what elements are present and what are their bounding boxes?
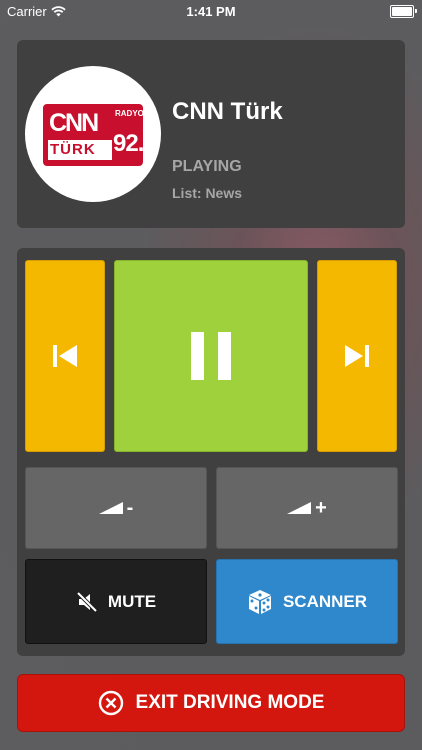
exit-label: EXIT DRIVING MODE <box>135 692 325 713</box>
previous-button[interactable] <box>25 260 105 452</box>
logo-brand: CNN <box>49 109 99 137</box>
speaker-muted-icon <box>76 591 98 612</box>
status-time: 1:41 PM <box>186 4 236 19</box>
dice-icon <box>248 589 271 614</box>
volume-up-label: + <box>315 496 327 519</box>
logo-sub: TÜRK <box>50 141 96 158</box>
scanner-label: SCANNER <box>282 591 368 611</box>
pause-icon <box>191 332 231 380</box>
station-logo: CNN RADYO 92.5 TÜRK <box>25 66 161 202</box>
volume-down-label: - <box>126 496 134 519</box>
status-bar: Carrier 1:41 PM <box>0 0 422 24</box>
skip-previous-icon <box>53 345 77 367</box>
volume-wedge-icon <box>98 502 123 514</box>
next-button[interactable] <box>317 260 397 452</box>
logo-frequency: 92.5 <box>113 130 157 157</box>
close-circle-icon <box>98 690 123 716</box>
battery-icon <box>390 5 417 18</box>
logo-radyo: RADYO <box>115 109 144 118</box>
station-card: CNN RADYO 92.5 TÜRK CNN Türk PLAYING Lis… <box>17 40 405 228</box>
volume-up-button[interactable]: + <box>216 467 398 549</box>
volume-wedge-icon <box>287 502 312 514</box>
exit-driving-mode-button[interactable]: EXIT DRIVING MODE <box>17 674 405 732</box>
station-name: CNN Türk <box>172 98 283 125</box>
cnn-turk-logo: CNN RADYO 92.5 TÜRK <box>43 104 157 166</box>
controls-panel: - + MUTE SCANNER <box>17 248 405 656</box>
skip-next-icon <box>345 345 369 367</box>
scanner-button[interactable]: SCANNER <box>216 559 398 644</box>
mute-button[interactable]: MUTE <box>25 559 207 644</box>
play-state: PLAYING <box>172 158 242 175</box>
volume-down-button[interactable]: - <box>25 467 207 549</box>
pause-button[interactable] <box>114 260 308 452</box>
list-label: List: News <box>172 185 243 201</box>
mute-label: MUTE <box>107 591 157 611</box>
